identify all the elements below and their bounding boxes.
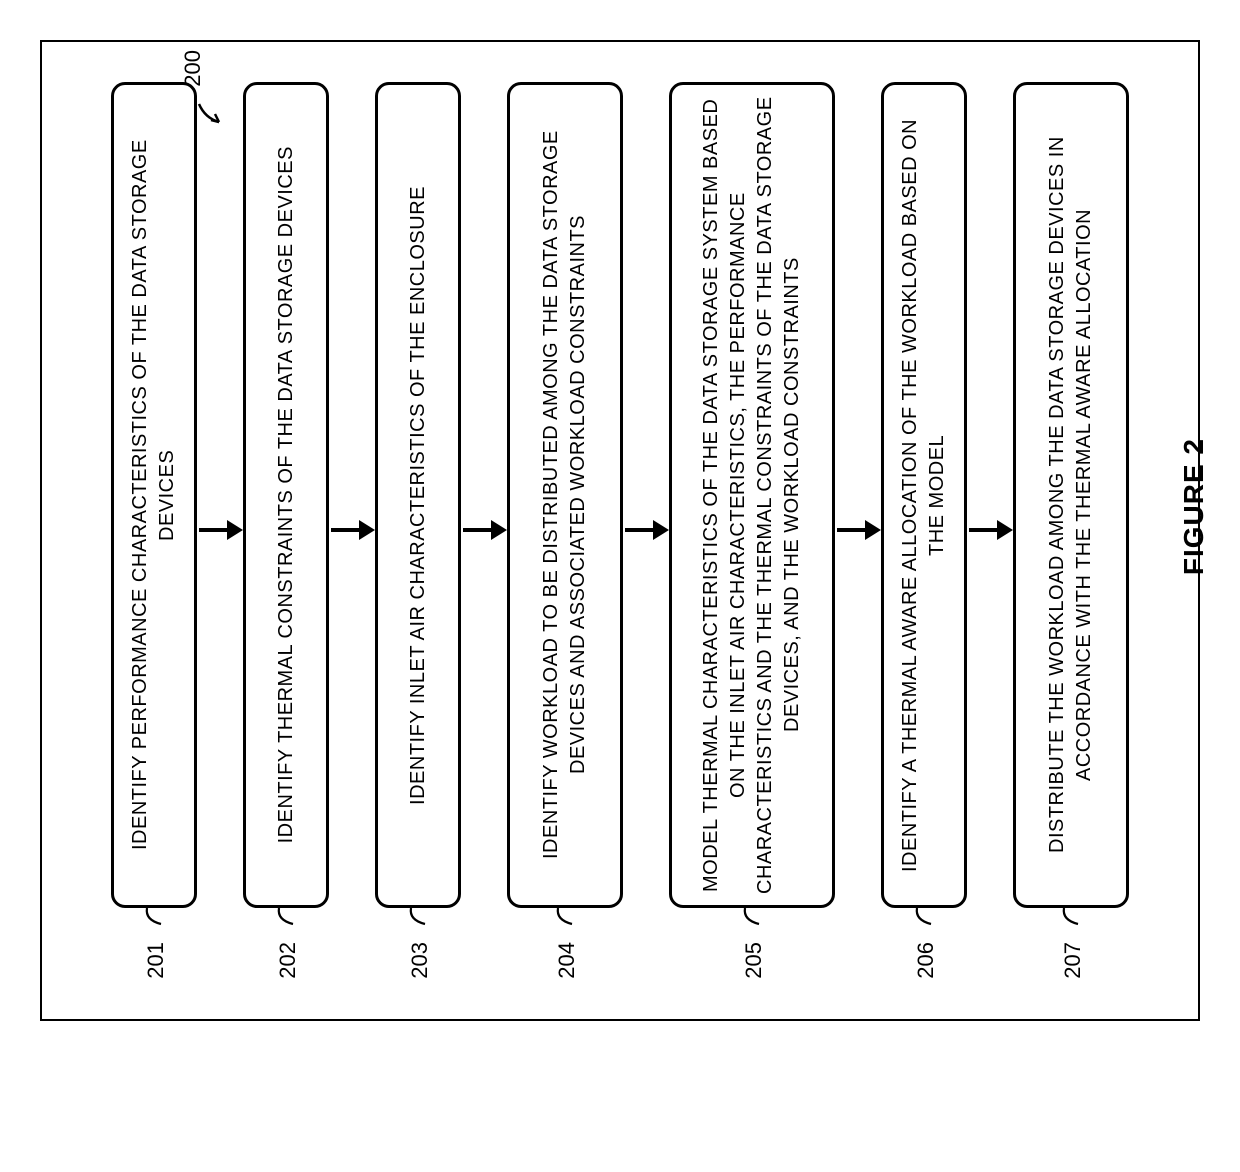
- step-box: IDENTIFY A THERMAL AWARE ALLOCATION OF T…: [881, 82, 967, 908]
- step-box: IDENTIFY WORKLOAD TO BE DISTRIBUTED AMON…: [507, 82, 623, 908]
- arrow-right-icon: [329, 510, 375, 550]
- step-text: IDENTIFY INLET AIR CHARACTERISTICS OF TH…: [405, 176, 432, 815]
- flow-arrow: [461, 82, 507, 979]
- flow-arrow: [623, 82, 669, 979]
- flow-step: IDENTIFY WORKLOAD TO BE DISTRIBUTED AMON…: [507, 82, 623, 979]
- flowchart: IDENTIFY PERFORMANCE CHARACTERISTICS OF …: [72, 82, 1168, 979]
- ref-tick-icon: [911, 906, 937, 932]
- flow-step: IDENTIFY INLET AIR CHARACTERISTICS OF TH…: [375, 82, 461, 979]
- step-ref-label: 207: [1056, 942, 1086, 979]
- step-ref-label: 205: [737, 942, 767, 979]
- flow-step: IDENTIFY THERMAL CONSTRAINTS OF THE DATA…: [243, 82, 329, 979]
- ref-tick-icon: [552, 906, 578, 932]
- ref-tick-icon: [739, 906, 765, 932]
- arrow-right-icon: [461, 510, 507, 550]
- step-ref-label: 206: [909, 942, 939, 979]
- step-text: IDENTIFY WORKLOAD TO BE DISTRIBUTED AMON…: [538, 85, 592, 905]
- arrow-right-icon: [835, 510, 881, 550]
- step-text: MODEL THERMAL CHARACTERISTICS OF THE DAT…: [698, 85, 806, 905]
- flow-arrow: [329, 82, 375, 979]
- step-text: IDENTIFY PERFORMANCE CHARACTERISTICS OF …: [127, 85, 181, 905]
- arrow-right-icon: [967, 510, 1013, 550]
- figure-caption: FIGURE 2: [1178, 438, 1210, 575]
- ref-tick-icon: [273, 906, 299, 932]
- step-box: MODEL THERMAL CHARACTERISTICS OF THE DAT…: [669, 82, 835, 908]
- flow-arrow: [197, 82, 243, 979]
- step-text: IDENTIFY THERMAL CONSTRAINTS OF THE DATA…: [273, 136, 300, 853]
- step-text: IDENTIFY A THERMAL AWARE ALLOCATION OF T…: [897, 85, 951, 905]
- step-ref-label: 201: [139, 942, 169, 979]
- ref-tick-icon: [141, 906, 167, 932]
- step-ref-label: 204: [550, 942, 580, 979]
- flow-step: DISTRIBUTE THE WORKLOAD AMONG THE DATA S…: [1013, 82, 1129, 979]
- step-box: IDENTIFY INLET AIR CHARACTERISTICS OF TH…: [375, 82, 461, 908]
- flow-step: IDENTIFY A THERMAL AWARE ALLOCATION OF T…: [881, 82, 967, 979]
- step-text: DISTRIBUTE THE WORKLOAD AMONG THE DATA S…: [1044, 85, 1098, 905]
- flow-arrow: [835, 82, 881, 979]
- flow-arrow: [967, 82, 1013, 979]
- step-ref-label: 202: [271, 942, 301, 979]
- step-ref-label: 203: [403, 942, 433, 979]
- flow-step: MODEL THERMAL CHARACTERISTICS OF THE DAT…: [669, 82, 835, 979]
- flow-step: IDENTIFY PERFORMANCE CHARACTERISTICS OF …: [111, 82, 197, 979]
- ref-tick-icon: [405, 906, 431, 932]
- arrow-right-icon: [623, 510, 669, 550]
- ref-tick-icon: [1058, 906, 1084, 932]
- diagram-frame: IDENTIFY PERFORMANCE CHARACTERISTICS OF …: [40, 40, 1200, 1021]
- arrow-right-icon: [197, 510, 243, 550]
- step-box: DISTRIBUTE THE WORKLOAD AMONG THE DATA S…: [1013, 82, 1129, 908]
- figure-wrap: 200 IDENTIFY PERFORMANCE CHARACTERISTICS…: [40, 40, 1200, 1021]
- step-box: IDENTIFY THERMAL CONSTRAINTS OF THE DATA…: [243, 82, 329, 908]
- step-box: IDENTIFY PERFORMANCE CHARACTERISTICS OF …: [111, 82, 197, 908]
